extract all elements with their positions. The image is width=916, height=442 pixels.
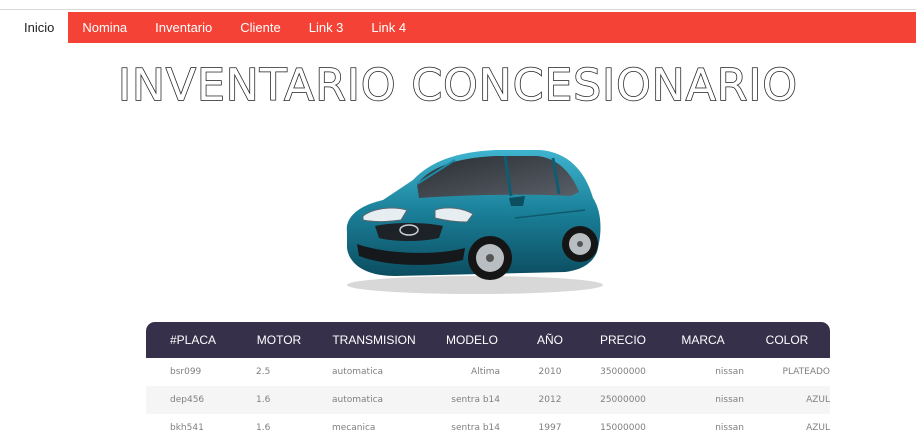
cell-ano: 2010 — [538, 367, 562, 377]
cell-precio: 35000000 — [600, 367, 646, 377]
table-header-row: #PLACA MOTOR TRANSMISION MODELO AÑO PREC… — [146, 322, 830, 358]
cell-placa: dep456 — [170, 395, 205, 405]
cell-color: AZUL — [806, 395, 830, 405]
car-photo — [346, 150, 603, 294]
inventory-table-container: #PLACA MOTOR TRANSMISION MODELO AÑO PREC… — [146, 322, 830, 442]
nav-item-inventario[interactable]: Inventario — [141, 12, 226, 43]
header-modelo[interactable]: MODELO — [428, 322, 516, 358]
cell-transmision: automatica — [332, 367, 384, 377]
nav-item-nomina[interactable]: Nomina — [68, 12, 141, 43]
top-divider — [0, 9, 916, 10]
header-marca[interactable]: MARCA — [662, 322, 744, 358]
cell-marca: nissan — [715, 395, 744, 405]
cell-marca: nissan — [715, 367, 744, 377]
header-precio[interactable]: PRECIO — [584, 322, 662, 358]
header-transmision[interactable]: TRANSMISION — [320, 322, 428, 358]
cell-transmision: automatica — [332, 395, 384, 405]
cell-placa: bsr099 — [170, 367, 202, 377]
inventory-table: #PLACA MOTOR TRANSMISION MODELO AÑO PREC… — [146, 322, 830, 442]
header-motor[interactable]: MOTOR — [238, 322, 320, 358]
cell-motor: 2.5 — [256, 367, 271, 377]
header-ano[interactable]: AÑO — [516, 322, 584, 358]
cell-precio: 25000000 — [600, 395, 646, 405]
cell-motor: 1.6 — [256, 395, 271, 405]
cell-modelo: Altima — [471, 367, 500, 377]
table-row[interactable]: bsr099 2.5 automatica Altima 2010 350000… — [146, 358, 830, 386]
header-color[interactable]: COLOR — [744, 322, 830, 358]
nav-item-cliente[interactable]: Cliente — [226, 12, 294, 43]
cell-ano: 2012 — [538, 395, 562, 405]
nav-item-link-3[interactable]: Link 3 — [295, 12, 358, 43]
table-row[interactable]: dep456 1.6 automatica sentra b14 2012 25… — [146, 386, 830, 414]
page-title: INVENTARIO CONCESIONARIO — [117, 59, 798, 112]
nav-item-inicio[interactable]: Inicio — [10, 12, 69, 43]
cell-color: PLATEADO — [782, 367, 830, 377]
navbar: Inicio Nomina Inventario Cliente Link 3 … — [10, 12, 916, 43]
nav-item-link-4[interactable]: Link 4 — [357, 12, 420, 43]
cell-modelo: sentra b14 — [451, 395, 500, 405]
header-placa[interactable]: #PLACA — [146, 322, 238, 358]
